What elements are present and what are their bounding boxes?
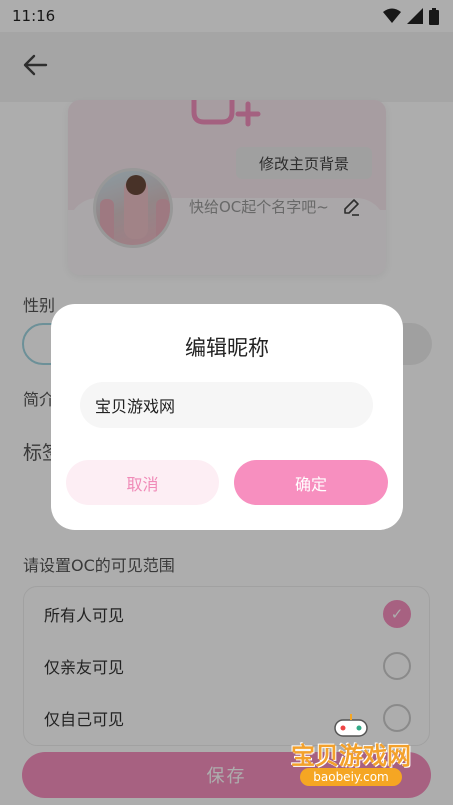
confirm-button[interactable]: 确定	[234, 460, 388, 505]
cancel-button[interactable]: 取消	[66, 460, 219, 505]
watermark-url: baobeiy.com	[300, 768, 402, 786]
watermark-title: 宝贝游戏网	[291, 742, 411, 770]
nickname-input[interactable]	[80, 382, 373, 428]
watermark-logo: 宝贝游戏网 baobeiy.com	[276, 714, 426, 786]
dialog-title: 编辑昵称	[185, 336, 269, 360]
gamepad-icon	[334, 714, 368, 737]
edit-nickname-dialog: 编辑昵称 取消 确定	[51, 304, 403, 530]
